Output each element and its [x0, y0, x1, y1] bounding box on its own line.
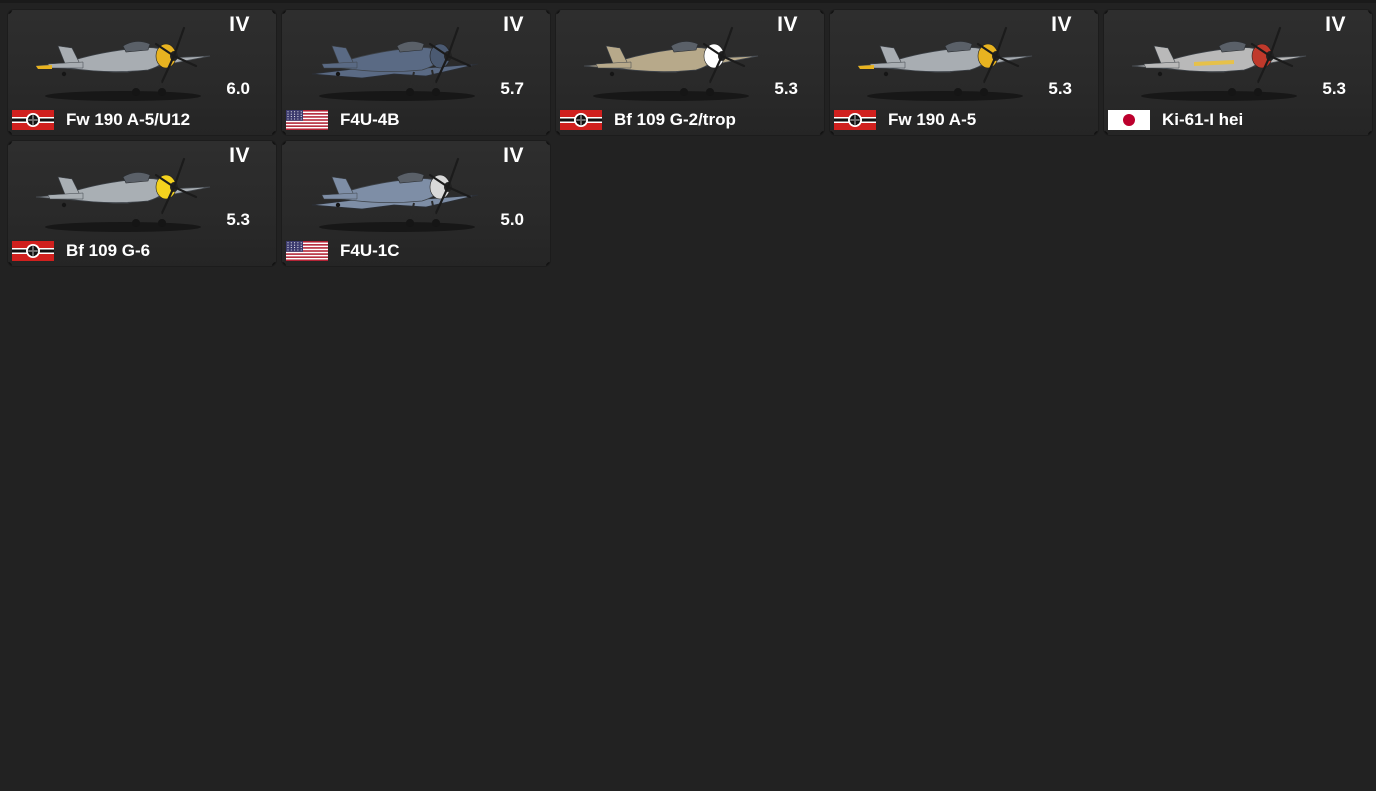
corner — [8, 141, 12, 145]
usa-flag-icon — [286, 241, 328, 261]
bf109-aircraft-icon — [583, 26, 759, 101]
battle-rating: 5.0 — [500, 210, 524, 229]
battle-rating: 5.7 — [500, 79, 524, 98]
vehicle-name-row: Fw 190 A-5/U12 — [12, 109, 190, 131]
corner — [546, 141, 550, 145]
corner — [282, 262, 286, 266]
vehicle-name: F4U-1C — [340, 241, 400, 260]
corner — [272, 10, 276, 14]
f4u-aircraft-icon — [311, 26, 479, 101]
vehicle-card[interactable]: IV 5.3 Fw 190 A-5 — [830, 10, 1098, 135]
corner — [546, 131, 550, 135]
japan-flag-icon — [1108, 110, 1150, 130]
vehicle-name: Fw 190 A-5/U12 — [66, 110, 191, 129]
vehicle-name: Bf 109 G-2/trop — [614, 110, 736, 129]
corner — [8, 10, 12, 14]
corner — [282, 10, 286, 14]
corner — [1368, 10, 1372, 14]
fw190-aircraft-icon — [857, 26, 1033, 101]
rank-label: IV — [229, 13, 250, 36]
top-divider — [0, 0, 1376, 3]
rank-label: IV — [1051, 13, 1072, 36]
corner — [1104, 10, 1108, 14]
vehicle-card[interactable]: IV 5.3 Ki-61-I hei — [1104, 10, 1372, 135]
vehicle-name-row: Bf 109 G-2/trop — [560, 109, 736, 131]
corner — [8, 262, 12, 266]
vehicle-name-row: Bf 109 G-6 — [12, 240, 150, 262]
rank-label: IV — [503, 144, 524, 167]
corner — [556, 131, 560, 135]
germany-flag-icon — [834, 110, 876, 130]
battle-rating: 5.3 — [226, 210, 250, 229]
corner — [1094, 131, 1098, 135]
vehicle-name-row: Ki-61-I hei — [1108, 109, 1243, 131]
corner — [272, 131, 276, 135]
germany-flag-icon — [12, 110, 54, 130]
corner — [820, 10, 824, 14]
vehicle-name: Ki-61-I hei — [1162, 110, 1244, 129]
ki61-aircraft-icon — [1131, 26, 1307, 101]
vehicle-name-row: Fw 190 A-5 — [834, 109, 976, 131]
corner — [272, 141, 276, 145]
vehicle-card[interactable]: IV 5.3 Bf 109 G-6 — [8, 141, 276, 266]
germany-flag-icon — [12, 241, 54, 261]
germany-flag-icon — [560, 110, 602, 130]
corner — [8, 131, 12, 135]
vehicle-name-row: F4U-1C — [286, 240, 400, 262]
corner — [830, 10, 834, 14]
rank-label: IV — [229, 144, 250, 167]
corner — [282, 141, 286, 145]
rank-label: IV — [777, 13, 798, 36]
f4u-aircraft-icon — [311, 157, 479, 232]
vehicle-name-row: F4U-4B — [286, 109, 400, 131]
vehicle-name: Fw 190 A-5 — [888, 110, 977, 129]
vehicle-grid: IV 6.0 Fw 190 A-5/U12 IV 5.7 F4U-4B IV 5… — [8, 10, 1372, 266]
battle-rating: 5.3 — [1322, 79, 1346, 98]
battle-rating: 6.0 — [226, 79, 250, 98]
fw190-aircraft-icon — [35, 26, 211, 101]
vehicle-card[interactable]: IV 6.0 Fw 190 A-5/U12 — [8, 10, 276, 135]
vehicle-name: Bf 109 G-6 — [66, 241, 151, 260]
battle-rating: 5.3 — [774, 79, 798, 98]
corner — [546, 262, 550, 266]
corner — [1094, 10, 1098, 14]
corner — [282, 131, 286, 135]
corner — [546, 10, 550, 14]
rank-label: IV — [1325, 13, 1346, 36]
corner — [820, 131, 824, 135]
corner — [1368, 131, 1372, 135]
vehicle-card[interactable]: IV 5.0 F4U-1C — [282, 141, 550, 266]
corner — [830, 131, 834, 135]
vehicle-card[interactable]: IV 5.7 F4U-4B — [282, 10, 550, 135]
corner — [272, 262, 276, 266]
vehicle-card[interactable]: IV 5.3 Bf 109 G-2/trop — [556, 10, 824, 135]
bf109-aircraft-icon — [35, 157, 211, 232]
rank-label: IV — [503, 13, 524, 36]
corner — [556, 10, 560, 14]
battle-rating: 5.3 — [1048, 79, 1072, 98]
vehicle-name: F4U-4B — [340, 110, 400, 129]
corner — [1104, 131, 1108, 135]
usa-flag-icon — [286, 110, 328, 130]
